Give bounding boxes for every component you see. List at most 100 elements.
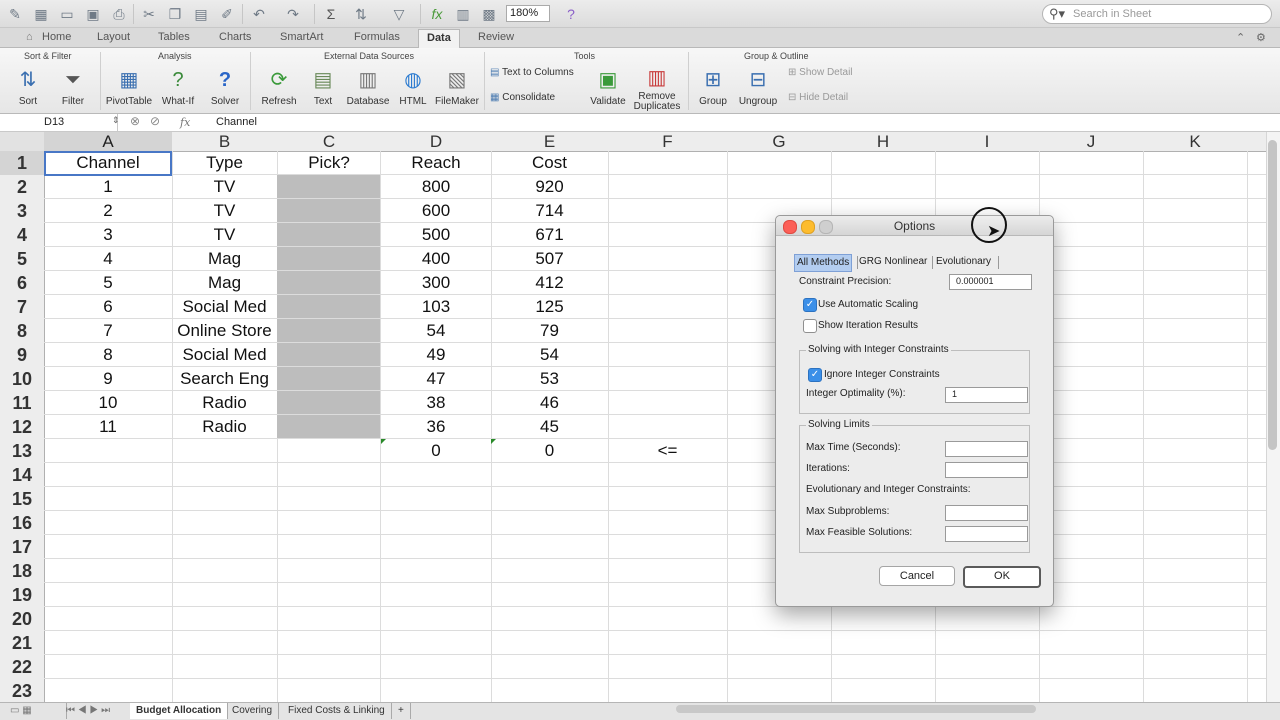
row-header-7[interactable]: 7 bbox=[0, 295, 45, 320]
cell-e9[interactable]: 54 bbox=[491, 343, 608, 367]
filemaker-button[interactable]: ▧ FileMaker bbox=[434, 66, 480, 107]
copy-icon[interactable]: ❐ bbox=[166, 5, 184, 23]
row-header-11[interactable]: 11 bbox=[0, 391, 45, 416]
cell-d12[interactable]: 36 bbox=[381, 415, 491, 439]
pivottable-button[interactable]: ▦ PivotTable bbox=[104, 66, 154, 107]
cell-d5[interactable]: 400 bbox=[381, 247, 491, 271]
row-header-16[interactable]: 16 bbox=[0, 511, 45, 536]
sheet-tab-budget-allocation[interactable]: Budget Allocation bbox=[130, 703, 229, 719]
column-header-c[interactable]: C bbox=[277, 132, 382, 152]
row-header-3[interactable]: 3 bbox=[0, 199, 45, 224]
row-header-10[interactable]: 10 bbox=[0, 367, 45, 392]
integer-optimality-input[interactable]: 1 bbox=[945, 387, 1028, 403]
cell-e1[interactable]: Cost bbox=[491, 151, 608, 175]
sort-button[interactable]: ⇅ Sort bbox=[10, 66, 46, 107]
formula-builder-icon[interactable]: fx bbox=[428, 5, 446, 23]
ok-button[interactable]: OK bbox=[963, 566, 1041, 588]
tab-grg-nonlinear[interactable]: GRG Nonlinear bbox=[859, 254, 927, 270]
tab-smartart[interactable]: SmartArt bbox=[280, 31, 323, 43]
cell-a5[interactable]: 4 bbox=[44, 247, 172, 271]
cell-b6[interactable]: Mag bbox=[172, 271, 277, 295]
cell-b8[interactable]: Online Store bbox=[172, 319, 277, 343]
row-header-1[interactable]: 1 bbox=[0, 151, 45, 176]
cell-e12[interactable]: 45 bbox=[491, 415, 608, 439]
cell-e8[interactable]: 79 bbox=[491, 319, 608, 343]
zoom-select[interactable]: 180% bbox=[506, 5, 550, 22]
formula-input[interactable]: Channel bbox=[216, 114, 1216, 131]
cell-d10[interactable]: 47 bbox=[381, 367, 491, 391]
cell-a12[interactable]: 11 bbox=[44, 415, 172, 439]
cell-a8[interactable]: 7 bbox=[44, 319, 172, 343]
ribbon-settings-icon[interactable]: ⚙ bbox=[1256, 31, 1266, 44]
tab-review[interactable]: Review bbox=[478, 31, 514, 43]
cell-a4[interactable]: 3 bbox=[44, 223, 172, 247]
select-all-corner[interactable] bbox=[0, 132, 45, 152]
cell-a11[interactable]: 10 bbox=[44, 391, 172, 415]
column-header-f[interactable]: F bbox=[608, 132, 728, 152]
sheet-nav-arrows-icon[interactable]: ⏮ ◀ ▶ ⏭ bbox=[60, 703, 133, 719]
tab-layout[interactable]: Layout bbox=[97, 31, 130, 43]
paste-icon[interactable]: ▤ bbox=[192, 5, 210, 23]
templates-icon[interactable]: ▦ bbox=[32, 5, 50, 23]
cell-a2[interactable]: 1 bbox=[44, 175, 172, 199]
cell-b9[interactable]: Social Med bbox=[172, 343, 277, 367]
tab-tables[interactable]: Tables bbox=[158, 31, 190, 43]
row-header-2[interactable]: 2 bbox=[0, 175, 45, 200]
pick-decision-cells[interactable] bbox=[277, 175, 380, 439]
iterations-input[interactable] bbox=[945, 462, 1028, 478]
column-header-l[interactable] bbox=[1247, 132, 1266, 152]
cut-icon[interactable]: ✂ bbox=[140, 5, 158, 23]
remove-duplicates-button[interactable]: ▥ Remove Duplicates bbox=[632, 64, 682, 112]
column-header-b[interactable]: B bbox=[172, 132, 278, 152]
cell-d2[interactable]: 800 bbox=[381, 175, 491, 199]
open-icon[interactable]: ▭ bbox=[58, 5, 76, 23]
column-header-a[interactable]: A bbox=[44, 132, 173, 152]
row-header-20[interactable]: 20 bbox=[0, 607, 45, 632]
cell-e7[interactable]: 125 bbox=[491, 295, 608, 319]
whatif-button[interactable]: ? What-If bbox=[158, 66, 198, 107]
text-import-button[interactable]: ▤ Text bbox=[306, 66, 340, 107]
constraint-precision-input[interactable]: 0.000001 bbox=[949, 274, 1032, 290]
cell-d1[interactable]: Reach bbox=[381, 151, 491, 175]
hide-detail-button[interactable]: ⊟ Hide Detail bbox=[788, 92, 848, 103]
refresh-button[interactable]: ⟳ Refresh bbox=[258, 66, 300, 107]
html-button[interactable]: ◍ HTML bbox=[396, 66, 430, 107]
cell-e5[interactable]: 507 bbox=[491, 247, 608, 271]
row-header-5[interactable]: 5 bbox=[0, 247, 45, 272]
tab-formulas[interactable]: Formulas bbox=[354, 31, 400, 43]
column-header-j[interactable]: J bbox=[1039, 132, 1144, 152]
save-icon[interactable]: ▣ bbox=[84, 5, 102, 23]
tab-charts[interactable]: Charts bbox=[219, 31, 251, 43]
tab-all-methods[interactable]: All Methods bbox=[794, 254, 853, 272]
group-button[interactable]: ⊞ Group bbox=[694, 66, 732, 107]
cell-d9[interactable]: 49 bbox=[381, 343, 491, 367]
cell-b11[interactable]: Radio bbox=[172, 391, 277, 415]
cell-d6[interactable]: 300 bbox=[381, 271, 491, 295]
row-header-9[interactable]: 9 bbox=[0, 343, 45, 368]
cell-e10[interactable]: 53 bbox=[491, 367, 608, 391]
row-header-12[interactable]: 12 bbox=[0, 415, 45, 440]
cell-a6[interactable]: 5 bbox=[44, 271, 172, 295]
cell-d8[interactable]: 54 bbox=[381, 319, 491, 343]
cell-e3[interactable]: 714 bbox=[491, 199, 608, 223]
dialog-title-bar[interactable]: Options bbox=[776, 216, 1053, 236]
name-box-stepper-icon[interactable]: ⇕ bbox=[112, 115, 120, 126]
filter-icon[interactable]: ▽ bbox=[390, 5, 408, 23]
cell-e6[interactable]: 412 bbox=[491, 271, 608, 295]
cell-a10[interactable]: 9 bbox=[44, 367, 172, 391]
print-icon[interactable]: ⎙ bbox=[110, 5, 128, 23]
row-header-18[interactable]: 18 bbox=[0, 559, 45, 584]
undo-icon[interactable]: ↶ bbox=[250, 5, 268, 23]
tab-home[interactable]: Home bbox=[42, 31, 71, 43]
gallery-icon[interactable]: ▥ bbox=[454, 5, 472, 23]
ignore-integer-checkbox[interactable]: ✓ bbox=[808, 368, 822, 382]
row-header-17[interactable]: 17 bbox=[0, 535, 45, 560]
vertical-scroll-thumb[interactable] bbox=[1268, 140, 1277, 450]
redo-icon[interactable]: ↷ bbox=[284, 5, 302, 23]
cell-a7[interactable]: 6 bbox=[44, 295, 172, 319]
cell-b4[interactable]: TV bbox=[172, 223, 277, 247]
cell-f13[interactable]: <= bbox=[608, 439, 727, 463]
column-header-e[interactable]: E bbox=[491, 132, 609, 152]
cell-c1[interactable]: Pick? bbox=[277, 151, 381, 175]
cell-b10[interactable]: Search Eng bbox=[172, 367, 277, 391]
